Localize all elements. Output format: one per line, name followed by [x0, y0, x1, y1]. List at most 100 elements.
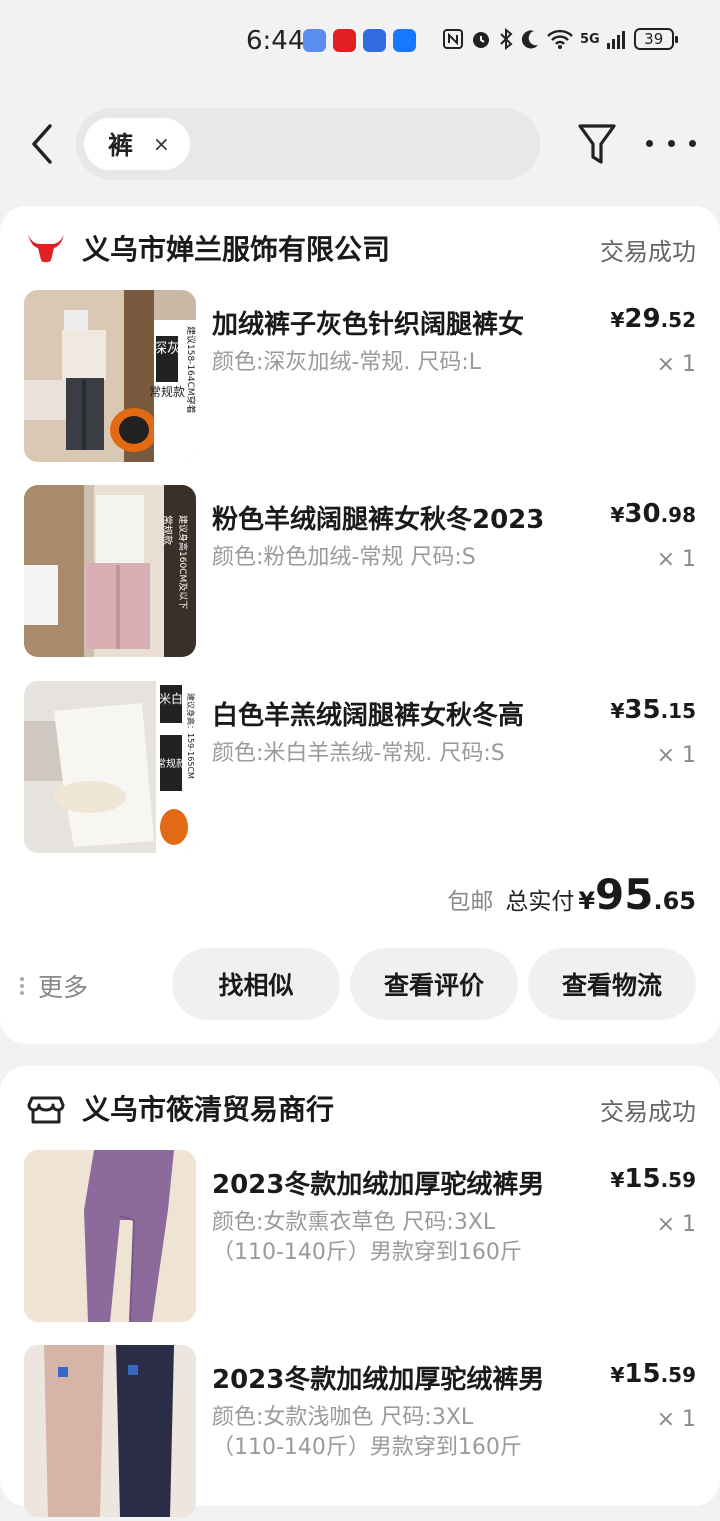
dot: [667, 139, 675, 147]
bluetooth-icon: [500, 28, 513, 50]
status-icons: 5G 39: [442, 28, 678, 50]
order-item[interactable]: 米白 常规款 建议身高：159-165CM 白色羊羔绒阔腿裤女秋冬高 颜色:米白…: [0, 681, 720, 857]
more-label: 更多: [38, 973, 89, 1002]
order-status: 交易成功: [600, 1098, 696, 1126]
battery-indicator: 39: [633, 28, 678, 50]
item-spec-line: （110-140斤）男款穿到160斤: [212, 1240, 522, 1265]
store-icon: [27, 1096, 65, 1124]
filter-icon: [578, 124, 616, 164]
search-keyword-chip[interactable]: 裤 ×: [84, 118, 190, 170]
item-spec: 颜色:粉色加绒-常规 尺码:S: [212, 545, 476, 570]
thumbnail-note: 建议158-164CM穿着: [185, 326, 196, 414]
item-quantity: × 1: [656, 547, 696, 572]
wifi-icon: [547, 29, 573, 49]
item-price: ¥30.98: [610, 499, 696, 529]
item-title[interactable]: 粉色羊绒阔腿裤女秋冬2023: [212, 499, 544, 536]
total-cents: .65: [653, 887, 696, 915]
product-image: 深灰 常规款 建议158-164CM穿着: [24, 290, 196, 462]
search-input[interactable]: 裤 ×: [76, 108, 540, 180]
item-spec: 颜色:女款浅咖色 尺码:3XL （110-140斤）男款穿到160斤: [212, 1403, 522, 1463]
shop-bull-logo-icon: [28, 234, 64, 263]
product-image: 常规款 建议身高160CM及以下: [24, 485, 196, 657]
price-cents: .52: [660, 308, 696, 332]
dot: [689, 139, 696, 147]
moon-icon: [521, 30, 538, 49]
search-header: 裤 ×: [0, 100, 720, 190]
total-integer: 95: [595, 870, 654, 919]
shipping-label: 包邮: [447, 889, 494, 915]
product-thumbnail[interactable]: [24, 1150, 196, 1322]
item-price: ¥15.59: [610, 1359, 696, 1389]
item-spec: 颜色:米白羊羔绒-常规. 尺码:S: [212, 741, 505, 766]
shop-name[interactable]: 义乌市筱清贸易商行: [82, 1088, 334, 1128]
price-integer: 30: [624, 499, 661, 529]
item-price: ¥35.15: [610, 695, 696, 725]
more-actions-link[interactable]: 更多: [20, 968, 88, 1004]
thumbnail-note: 建议身高160CM及以下: [177, 515, 189, 609]
price-cents: .15: [660, 699, 696, 723]
item-title[interactable]: 2023冬款加绒加厚驼绒裤男: [212, 1164, 544, 1201]
price-integer: 15: [624, 1359, 661, 1389]
thumbnail-tag: 常规款: [161, 515, 174, 545]
price-cents: .59: [660, 1168, 696, 1192]
notification-app-icon: [333, 29, 356, 52]
status-app-icons: [303, 29, 416, 52]
product-image: 米白 常规款 建议身高：159-165CM: [24, 681, 196, 853]
item-spec-line: 颜色:女款浅咖色 尺码:3XL: [212, 1405, 474, 1430]
shop-header[interactable]: 义乌市婵兰服饰有限公司 交易成功: [0, 206, 720, 290]
product-thumbnail[interactable]: 常规款 建议身高160CM及以下: [24, 485, 196, 657]
order-item[interactable]: 常规款 建议身高160CM及以下 粉色羊绒阔腿裤女秋冬2023 颜色:粉色加绒-…: [0, 485, 720, 661]
price-currency: ¥: [610, 699, 625, 723]
price-cents: .59: [660, 1363, 696, 1387]
item-quantity: × 1: [656, 743, 696, 768]
total-label: 总实付: [505, 889, 575, 915]
order-card[interactable]: 义乌市筱清贸易商行 交易成功 2023冬款加绒加厚驼绒裤男 颜色:女款熏衣草色 …: [0, 1066, 720, 1517]
order-actions: 更多 找相似 查看评价 查看物流: [0, 946, 720, 1022]
price-currency: ¥: [610, 1363, 625, 1387]
order-card[interactable]: 义乌市婵兰服饰有限公司 交易成功 深灰 常规款 建议158-164CM穿着 加绒…: [0, 206, 720, 1044]
price-cents: .98: [660, 503, 696, 527]
vertical-dots-icon: [20, 974, 24, 998]
find-similar-button[interactable]: 找相似: [172, 948, 340, 1020]
item-price: ¥29.52: [610, 304, 696, 334]
product-thumbnail[interactable]: 米白 常规款 建议身高：159-165CM: [24, 681, 196, 853]
order-item[interactable]: 2023冬款加绒加厚驼绒裤男 颜色:女款浅咖色 尺码:3XL （110-140斤…: [0, 1345, 720, 1521]
status-time: 6:44: [246, 26, 305, 56]
clear-keyword-button[interactable]: ×: [153, 132, 170, 156]
item-price: ¥15.59: [610, 1164, 696, 1194]
price-integer: 15: [624, 1164, 661, 1194]
price-integer: 29: [624, 304, 661, 334]
nfc-icon: [443, 29, 463, 49]
total-currency: ¥: [578, 887, 596, 915]
dot: [646, 139, 653, 147]
chevron-left-icon: [32, 124, 52, 164]
item-title[interactable]: 白色羊羔绒阔腿裤女秋冬高: [212, 695, 524, 732]
order-item[interactable]: 深灰 常规款 建议158-164CM穿着 加绒裤子灰色针织阔腿裤女 颜色:深灰加…: [0, 290, 720, 466]
view-logistics-button[interactable]: 查看物流: [528, 948, 696, 1020]
product-thumbnail[interactable]: [24, 1345, 196, 1517]
product-thumbnail[interactable]: 深灰 常规款 建议158-164CM穿着: [24, 290, 196, 462]
search-keyword: 裤: [108, 131, 134, 160]
shop-header[interactable]: 义乌市筱清贸易商行 交易成功: [0, 1066, 720, 1150]
thumbnail-tag: 常规款: [156, 757, 186, 770]
filter-button[interactable]: [576, 122, 618, 168]
item-title[interactable]: 2023冬款加绒加厚驼绒裤男: [212, 1359, 544, 1396]
back-button[interactable]: [20, 118, 64, 170]
thumbnail-note: 建议身高：159-165CM: [186, 693, 196, 779]
item-spec-line: （110-140斤）男款穿到160斤: [212, 1435, 522, 1460]
notification-app-icon: [303, 29, 326, 52]
item-spec-line: 颜色:女款熏衣草色 尺码:3XL: [212, 1210, 496, 1235]
item-title[interactable]: 加绒裤子灰色针织阔腿裤女: [212, 304, 524, 341]
more-options-button[interactable]: [646, 128, 696, 158]
product-image: [24, 1150, 196, 1322]
price-currency: ¥: [610, 503, 625, 527]
notification-app-icon: [393, 29, 416, 52]
order-total: 包邮 总实付 ¥ 95 .65: [447, 870, 696, 919]
item-quantity: × 1: [656, 1212, 696, 1237]
view-review-button[interactable]: 查看评价: [350, 948, 518, 1020]
order-item[interactable]: 2023冬款加绒加厚驼绒裤男 颜色:女款熏衣草色 尺码:3XL （110-140…: [0, 1150, 720, 1326]
price-currency: ¥: [610, 308, 625, 332]
thumbnail-tag: 常规款: [149, 384, 185, 399]
shop-name[interactable]: 义乌市婵兰服饰有限公司: [82, 228, 390, 268]
item-spec: 颜色:女款熏衣草色 尺码:3XL （110-140斤）男款穿到160斤: [212, 1208, 522, 1268]
